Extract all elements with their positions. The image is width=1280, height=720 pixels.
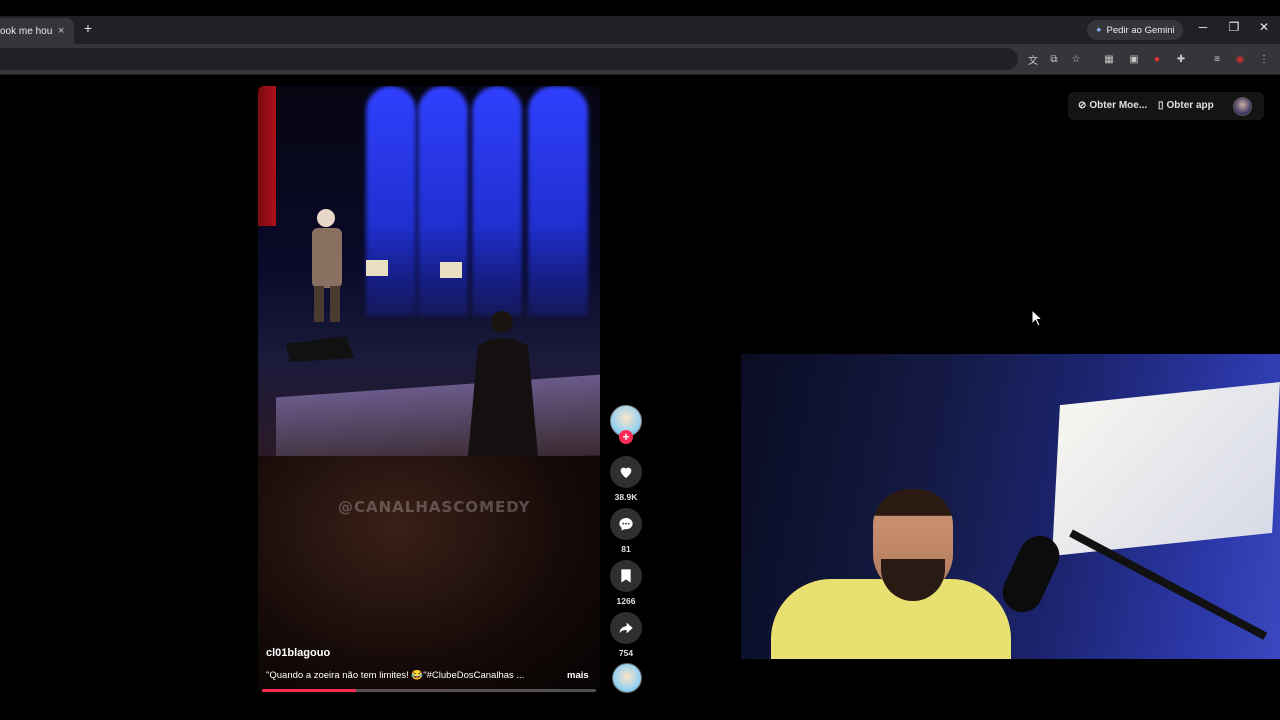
comment-count: 81 bbox=[621, 544, 631, 554]
bookmark-star-icon[interactable]: ☆ bbox=[1069, 52, 1083, 66]
profile-icon[interactable]: ◉ bbox=[1233, 52, 1247, 66]
video-progress-bar[interactable] bbox=[262, 689, 596, 692]
share-count: 754 bbox=[618, 648, 634, 658]
tab-search-icon[interactable]: ▣ bbox=[1127, 52, 1141, 66]
puzzle-icon[interactable]: ✚ bbox=[1174, 52, 1188, 66]
minimize-button[interactable]: ─ bbox=[1194, 20, 1212, 34]
video-scene-chair bbox=[366, 260, 388, 276]
new-tab-button[interactable]: + bbox=[81, 20, 95, 36]
bookmark-icon bbox=[621, 569, 631, 583]
share-button[interactable] bbox=[610, 612, 642, 644]
gemini-label: Pedir ao Gemini bbox=[1106, 24, 1175, 36]
comment-button[interactable] bbox=[610, 508, 642, 540]
translate-icon[interactable]: 文 bbox=[1026, 52, 1040, 67]
save-button[interactable] bbox=[610, 560, 642, 592]
browser-toolbar bbox=[0, 44, 1280, 75]
video-scene-spotlight bbox=[366, 86, 416, 316]
extension-grid-icon[interactable]: ▦ bbox=[1102, 52, 1116, 66]
get-moe-button[interactable]: ⊘ Obter Moe... bbox=[1078, 100, 1147, 111]
video-watermark: @CANALHASCOMEDY bbox=[338, 498, 531, 516]
video-player[interactable]: @CANALHASCOMEDY bbox=[258, 86, 600, 693]
like-count: 38.9K bbox=[614, 492, 638, 502]
address-bar[interactable] bbox=[0, 48, 1018, 70]
video-scene-standing-person bbox=[468, 311, 538, 456]
user-profile-avatar[interactable] bbox=[1233, 97, 1252, 116]
cast-icon[interactable]: ⧉ bbox=[1047, 52, 1061, 66]
phone-icon: ▯ bbox=[1158, 100, 1164, 111]
record-icon[interactable]: ● bbox=[1150, 52, 1164, 66]
like-button[interactable] bbox=[610, 456, 642, 488]
restore-button[interactable]: ❐ bbox=[1225, 20, 1243, 34]
title-bar-top bbox=[0, 0, 1280, 16]
video-scene-spotlight bbox=[528, 86, 588, 316]
browser-tab[interactable]: ook me hours t × bbox=[0, 18, 74, 44]
webcam-backdrop-screen bbox=[1052, 382, 1280, 556]
video-scene-spotlight bbox=[418, 86, 468, 316]
ask-gemini-button[interactable]: ✦ Pedir ao Gemini bbox=[1087, 20, 1183, 40]
follow-plus-icon[interactable]: + bbox=[619, 430, 633, 444]
get-app-label: Obter app bbox=[1166, 100, 1214, 111]
tab-title: ook me hours t bbox=[0, 25, 52, 37]
video-progress-fill bbox=[262, 689, 356, 692]
mouse-cursor-icon bbox=[1031, 309, 1043, 327]
tab-close-icon[interactable]: × bbox=[58, 25, 64, 37]
webcam-microphone bbox=[995, 529, 1067, 619]
get-moe-label: Obter Moe... bbox=[1089, 100, 1148, 111]
video-scene-chair bbox=[440, 262, 462, 278]
video-scene-curtain bbox=[258, 86, 276, 226]
get-app-button[interactable]: ▯ Obter app bbox=[1158, 100, 1214, 111]
webcam-mic-arm bbox=[1069, 529, 1268, 640]
comment-icon bbox=[619, 518, 633, 531]
video-caption: "Quando a zoeira não tem limites! 😂"#Clu… bbox=[266, 670, 525, 681]
coin-icon: ⊘ bbox=[1078, 100, 1087, 111]
share-arrow-icon bbox=[619, 622, 633, 634]
sound-avatar[interactable] bbox=[612, 663, 642, 693]
video-scene-speaker bbox=[286, 336, 354, 362]
video-scene-performer bbox=[312, 209, 342, 322]
video-scene-spotlight bbox=[472, 86, 522, 316]
menu-icon[interactable]: ⋮ bbox=[1257, 52, 1271, 66]
video-author-username[interactable]: cl01blagouo bbox=[266, 647, 330, 659]
close-window-button[interactable]: ✕ bbox=[1255, 20, 1273, 34]
save-count: 1266 bbox=[616, 596, 636, 606]
webcam-overlay bbox=[741, 354, 1280, 659]
heart-icon bbox=[620, 467, 632, 478]
gemini-sparkle-icon: ✦ bbox=[1095, 24, 1103, 35]
caption-more-link[interactable]: mais bbox=[567, 670, 589, 681]
media-icon[interactable]: ≡ bbox=[1210, 52, 1224, 66]
